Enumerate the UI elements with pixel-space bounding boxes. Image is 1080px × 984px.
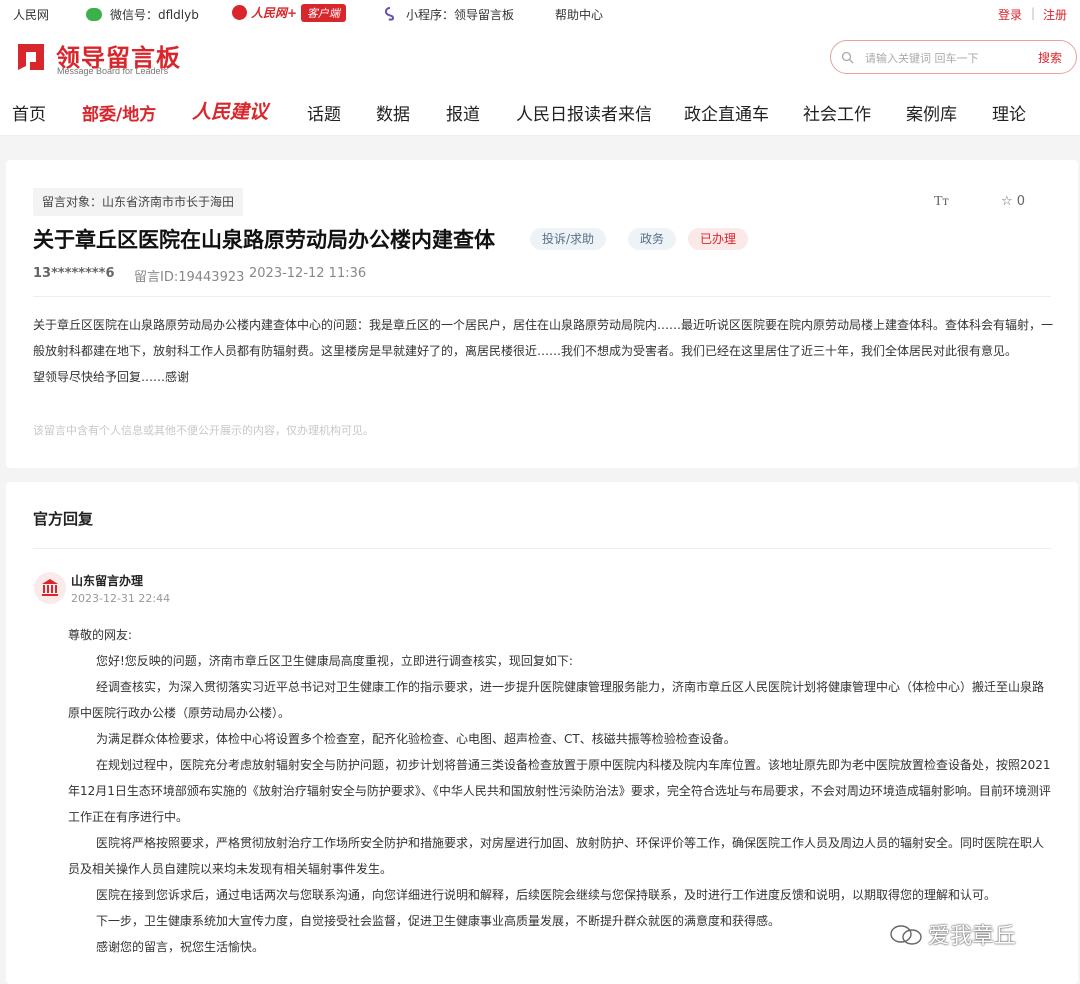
reply-greeting: 尊敬的网友: <box>68 628 133 642</box>
topbar-separator: | <box>1031 6 1036 20</box>
miniprogram-label: 小程序：领导留言板 <box>406 8 515 22</box>
message-board-logo-icon[interactable] <box>14 40 48 74</box>
government-building-icon <box>42 579 58 596</box>
message-datetime: 2023-12-12 11:36 <box>249 266 367 281</box>
rmw-plus-label: 人民网+ <box>251 6 298 20</box>
status-badge: 已办理 <box>688 228 749 250</box>
nav-item-data[interactable]: 数据 <box>376 100 410 125</box>
avatar <box>34 572 66 604</box>
miniprogram-link[interactable]: 小程序：领导留言板 <box>384 6 514 23</box>
reply-paragraph: 为满足群众体检要求，体检中心将设置多个检查室，配齐化验检查、心电图、超声检查、C… <box>96 732 736 746</box>
message-body-closing: 望领导尽快给予回复……感谢 <box>33 370 190 384</box>
message-card: 留言对象：山东省济南市市长于海田 Tт ☆ 0 关于章丘区医院在山泉路原劳动局办… <box>6 160 1078 468</box>
wechat-watermark: 爱我章丘 <box>888 918 1016 950</box>
nav-item-gov-enterprise[interactable]: 政企直通车 <box>684 100 769 125</box>
message-title: 关于章丘区医院在山泉路原劳动局办公楼内建查体 <box>33 228 495 252</box>
rmw-logo-icon <box>232 5 247 20</box>
top-utility-bar: 人民网 微信号：dfldlyb 人民网+ 客户端 小程序：领导留言板 帮助中心 … <box>0 0 1080 26</box>
watermark-text: 爱我章丘 <box>928 924 1017 949</box>
nav-item-ministries-local[interactable]: 部委/地方 <box>82 100 156 125</box>
reply-paragraph: 医院将严格按照要求，严格贯彻放射治疗工作场所安全防护和措施要求，对房屋进行加固、… <box>68 836 1045 876</box>
reply-paragraph: 经调查核实，为深入贯彻落实习近平总书记对卫生健康工作的指示要求，进一步提升医院健… <box>68 680 1045 720</box>
favorite-count: 0 <box>1016 194 1026 209</box>
rmw-plus-client[interactable]: 人民网+ 客户端 <box>232 4 346 22</box>
reply-body: 尊敬的网友: 您好!您反映的问题，济南市章丘区卫生健康局高度重视，立即进行调查核… <box>68 622 1054 960</box>
people-net-link[interactable]: 人民网 <box>13 6 49 23</box>
star-icon: ☆ <box>1001 194 1013 209</box>
search-button[interactable]: 搜索 <box>1038 49 1062 66</box>
nav-item-social-work[interactable]: 社会工作 <box>803 100 871 125</box>
main-nav: 首页 部委/地方 人民建议 话题 数据 报道 人民日报读者来信 政企直通车 社会… <box>0 90 1080 136</box>
message-target: 留言对象：山东省济南市市长于海田 <box>33 188 244 216</box>
reply-divider <box>33 548 1051 549</box>
register-link[interactable]: 注册 <box>1043 6 1067 23</box>
wechat-account[interactable]: 微信号：dfldlyb <box>86 6 199 23</box>
message-id: 留言ID:19443923 <box>134 270 245 285</box>
search-input[interactable] <box>865 48 1025 68</box>
favorite-button[interactable]: ☆ 0 <box>1001 194 1025 209</box>
official-reply-card: 官方回复 山东留言办理 2023-12-31 22:44 尊敬的网友: 您好!您… <box>6 482 1078 984</box>
reply-datetime: 2023-12-31 22:44 <box>71 592 171 605</box>
tag-complaint[interactable]: 投诉/求助 <box>530 228 607 250</box>
nav-item-theory[interactable]: 理论 <box>992 100 1026 125</box>
site-header: 领导留言板 Message Board for Leaders 搜索 <box>0 26 1080 90</box>
font-size-toggle-icon[interactable]: Tт <box>934 194 949 210</box>
help-center-link[interactable]: 帮助中心 <box>555 6 603 23</box>
site-logo-subtitle: Message Board for Leaders <box>57 66 169 76</box>
client-badge: 客户端 <box>300 4 346 22</box>
wechat-label: 微信号：dfldlyb <box>110 8 199 22</box>
reply-heading: 官方回复 <box>33 510 94 528</box>
search-icon <box>841 51 854 64</box>
nav-item-readers-letters[interactable]: 人民日报读者来信 <box>516 100 652 125</box>
reply-org-name: 山东留言办理 <box>71 574 144 588</box>
nav-item-people-suggestions[interactable]: 人民建议 <box>192 97 268 124</box>
message-user: 13********6 <box>33 266 115 281</box>
reply-paragraph: 医院在接到您诉求后，通过电话两次与您联系沟通，向您详细进行说明和解释，后续医院会… <box>96 888 997 902</box>
reply-paragraph: 您好!您反映的问题，济南市章丘区卫生健康局高度重视，立即进行调查核实，现回复如下… <box>96 654 573 668</box>
message-body-paragraph: 关于章丘区医院在山泉路原劳动局办公楼内建查体中心的问题：我是章丘区的一个居民户，… <box>33 318 1054 358</box>
wechat-icon <box>86 8 102 21</box>
search-box: 搜索 <box>830 40 1077 74</box>
message-divider <box>33 296 1051 297</box>
nav-item-topics[interactable]: 话题 <box>307 100 341 125</box>
login-link[interactable]: 登录 <box>998 6 1022 23</box>
reply-paragraph: 在规划过程中，医院充分考虑放射辐射安全与防护问题，初步计划将普通三类设备检查放置… <box>68 758 1051 824</box>
nav-item-home[interactable]: 首页 <box>12 100 46 125</box>
nav-item-reports[interactable]: 报道 <box>446 100 480 125</box>
miniprogram-icon <box>385 7 395 21</box>
nav-item-case-library[interactable]: 案例库 <box>906 100 957 125</box>
privacy-tip: 该留言中含有个人信息或其他不便公开展示的内容，仅办理机构可见。 <box>33 424 374 437</box>
wechat-watermark-icon <box>890 925 922 945</box>
tag-government-affairs[interactable]: 政务 <box>628 228 677 250</box>
message-body: 关于章丘区医院在山泉路原劳动局办公楼内建查体中心的问题：我是章丘区的一个居民户，… <box>33 312 1053 390</box>
